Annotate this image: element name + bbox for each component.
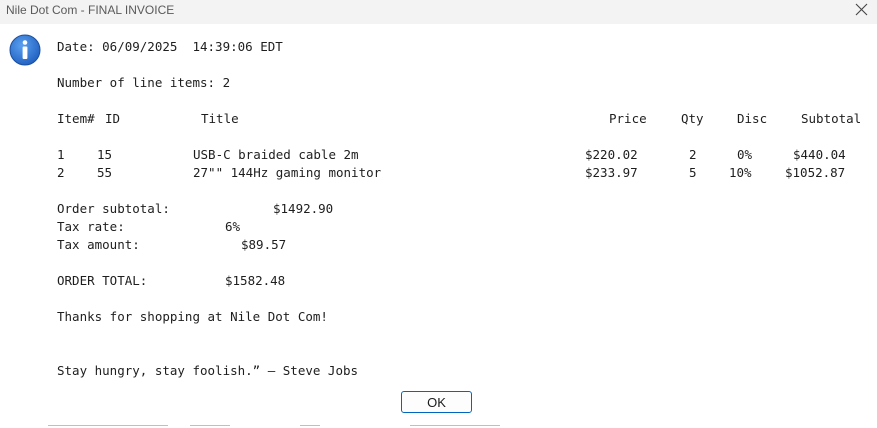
tax-rate-label: Tax rate: [57,219,125,234]
header-subtotal: Subtotal [801,111,862,126]
tax-amount-value: $89.57 [241,237,287,252]
info-icon [9,34,41,66]
header-id: ID [105,111,121,126]
line-item-count: Number of line items: 2 [57,75,231,90]
row-2-disc: 10% [729,165,752,180]
row-2-title: 27"" 144Hz gaming monitor [193,165,382,180]
tax-amount-label: Tax amount: [57,237,140,252]
row-2-price: $233.97 [585,165,638,180]
order-subtotal-label: Order subtotal: [57,201,170,216]
tax-rate-value: 6% [225,219,241,234]
order-subtotal-value: $1492.90 [273,201,334,216]
close-icon [855,3,868,16]
window-title: Nile Dot Com - FINAL INVOICE [6,3,175,17]
dialog-content: Date: 06/09/2025 14:39:06 EDT Number of … [0,24,877,428]
row-1-item: 1 [57,147,65,162]
row-2-id: 55 [97,165,113,180]
close-button[interactable] [847,0,877,20]
quote-line: Stay hungry, stay foolish.” — Steve Jobs [57,363,359,378]
row-1-qty: 2 [689,147,697,162]
row-1-subtotal: $440.04 [793,147,846,162]
header-price: Price [609,111,647,126]
row-2-item: 2 [57,165,65,180]
row-2-qty: 5 [689,165,697,180]
title-bar: Nile Dot Com - FINAL INVOICE [0,0,877,24]
header-title: Title [201,111,239,126]
invoice-date: Date: 06/09/2025 14:39:06 EDT [57,39,283,54]
header-item: Item# [57,111,95,126]
row-2-subtotal: $1052.87 [785,165,846,180]
order-total-value: $1582.48 [225,273,286,288]
row-1-disc: 0% [737,147,753,162]
header-qty: Qty [681,111,704,126]
row-1-price: $220.02 [585,147,638,162]
row-1-id: 15 [97,147,113,162]
thanks-message: Thanks for shopping at Nile Dot Com! [57,309,328,324]
header-disc: Disc [737,111,768,126]
ok-button[interactable]: OK [401,391,472,413]
order-total-label: ORDER TOTAL: [57,273,148,288]
row-1-title: USB-C braided cable 2m [193,147,359,162]
